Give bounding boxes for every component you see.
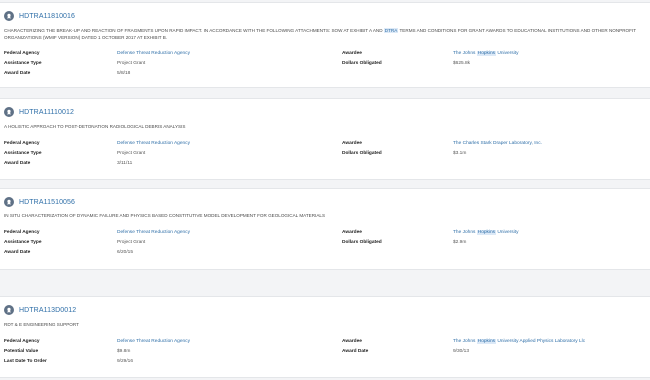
dollars-obligated-value: $2.9m xyxy=(453,240,467,245)
search-results-list: HDTRA11810016 CHARACTERIZING THE BREAK-U… xyxy=(0,0,650,380)
search-term-highlight: Hopkins xyxy=(476,51,497,56)
potential-value-label: Potential Value xyxy=(4,349,39,354)
award-field-row: Federal Agency Defense Threat Reduction … xyxy=(0,139,650,149)
award-description: A HOLISTIC APPROACH TO POST-DETONATION R… xyxy=(4,123,640,130)
awardee-text: The Johns xyxy=(453,339,477,344)
search-term-highlight: Hopkins xyxy=(476,230,497,235)
dollars-obligated-label: Dollars Obligated xyxy=(342,151,382,156)
award-field-row: Federal Agency Defense Threat Reduction … xyxy=(0,49,650,59)
description-text: CHARACTERIZING THE BREAK-UP AND REACTION… xyxy=(4,28,384,33)
award-card-header: HDTRA113D0012 xyxy=(4,303,76,317)
awardee-label: Awardee xyxy=(342,339,362,344)
awardee-text: University Applied Physics Laboratory Ll… xyxy=(496,339,586,344)
award-date-value: 9/30/13 xyxy=(453,349,470,354)
federal-agency-label: Federal Agency xyxy=(4,51,40,56)
assistance-type-label: Assistance Type xyxy=(4,151,42,156)
federal-agency-link[interactable]: Defense Threat Reduction Agency xyxy=(117,139,190,149)
award-card: HDTRA113D0012 RDT & E ENGINEERING SUPPOR… xyxy=(0,296,650,378)
assistance-type-label: Assistance Type xyxy=(4,61,42,66)
award-date-value: 6/20/15 xyxy=(117,250,134,255)
award-date-label: Award Date xyxy=(4,250,31,255)
award-field-row: Federal Agency Defense Threat Reduction … xyxy=(0,337,650,347)
awardee-label: Awardee xyxy=(342,51,362,56)
award-badge-icon xyxy=(4,305,14,315)
award-card: HDTRA11510056 IN SITU CHARACTERIZATION O… xyxy=(0,188,650,270)
award-field-row: Potential Value $9.8m Award Date 9/30/13 xyxy=(0,347,650,357)
award-field-row: Assistance Type Project Grant Dollars Ob… xyxy=(0,59,650,69)
award-description: IN SITU CHARACTERIZATION OF DYNAMIC FAIL… xyxy=(4,212,640,219)
award-field-row: Award Date 5/8/18 xyxy=(0,69,650,79)
award-id-link[interactable]: HDTRA11510056 xyxy=(19,199,75,206)
description-text: RDT & E ENGINEERING SUPPORT xyxy=(4,322,79,327)
federal-agency-label: Federal Agency xyxy=(4,230,40,235)
dollars-obligated-value: $625.8k xyxy=(453,61,471,66)
award-id-link[interactable]: HDTRA11110012 xyxy=(19,109,74,116)
award-description: CHARACTERIZING THE BREAK-UP AND REACTION… xyxy=(4,27,640,41)
award-card: HDTRA11810016 CHARACTERIZING THE BREAK-U… xyxy=(0,2,650,88)
award-field-row: Federal Agency Defense Threat Reduction … xyxy=(0,228,650,238)
award-date-label: Award Date xyxy=(4,161,31,166)
last-date-to-order-label: Last Date To Order xyxy=(4,359,47,364)
award-card: HDTRA11110012 A HOLISTIC APPROACH TO POS… xyxy=(0,98,650,180)
award-field-row: Award Date 3/11/11 xyxy=(0,159,650,169)
award-badge-icon xyxy=(4,197,14,207)
award-date-value: 5/8/18 xyxy=(117,71,131,76)
award-field-row: Last Date To Order 9/29/16 xyxy=(0,357,650,367)
federal-agency-label: Federal Agency xyxy=(4,141,40,146)
assistance-type-value: Project Grant xyxy=(117,151,146,156)
last-date-to-order-value: 9/29/16 xyxy=(117,359,134,364)
award-id-link[interactable]: HDTRA113D0012 xyxy=(19,307,76,314)
federal-agency-link[interactable]: Defense Threat Reduction Agency xyxy=(117,49,190,59)
awardee-text: University xyxy=(496,51,519,56)
potential-value-value: $9.8m xyxy=(117,349,131,354)
assistance-type-label: Assistance Type xyxy=(4,240,42,245)
award-description: RDT & E ENGINEERING SUPPORT xyxy=(4,321,640,328)
award-date-value: 3/11/11 xyxy=(117,161,133,166)
assistance-type-value: Project Grant xyxy=(117,61,146,66)
assistance-type-value: Project Grant xyxy=(117,240,146,245)
award-field-row: Award Date 6/20/15 xyxy=(0,248,650,258)
award-id-link[interactable]: HDTRA11810016 xyxy=(19,13,75,20)
dollars-obligated-label: Dollars Obligated xyxy=(342,240,382,245)
award-card-header: HDTRA11810016 xyxy=(4,9,75,23)
federal-agency-link[interactable]: Defense Threat Reduction Agency xyxy=(117,337,190,347)
awardee-text: University xyxy=(496,230,519,235)
search-term-highlight: DTRA xyxy=(383,28,399,33)
award-date-label: Award Date xyxy=(4,71,31,76)
dollars-obligated-value: $3.1m xyxy=(453,151,467,156)
awardee-label: Awardee xyxy=(342,141,362,146)
federal-agency-label: Federal Agency xyxy=(4,339,40,344)
awardee-link[interactable]: The Johns Hopkins University xyxy=(453,228,518,238)
awardee-link[interactable]: The Johns Hopkins University Applied Phy… xyxy=(453,337,585,347)
award-field-row: Assistance Type Project Grant Dollars Ob… xyxy=(0,149,650,159)
awardee-label: Awardee xyxy=(342,230,362,235)
federal-agency-link[interactable]: Defense Threat Reduction Agency xyxy=(117,228,190,238)
award-card-header: HDTRA11110012 xyxy=(4,105,74,119)
awardee-link[interactable]: The Johns Hopkins University xyxy=(453,49,518,59)
awardee-text: The Johns xyxy=(453,230,477,235)
awardee-text: The Johns xyxy=(453,51,477,56)
description-text: A HOLISTIC APPROACH TO POST-DETONATION R… xyxy=(4,124,186,129)
dollars-obligated-label: Dollars Obligated xyxy=(342,61,382,66)
awardee-link[interactable]: The Charles Stark Draper Laboratory, Inc… xyxy=(453,139,542,149)
search-term-highlight: Hopkins xyxy=(476,339,497,344)
award-card-header: HDTRA11510056 xyxy=(4,195,75,209)
award-field-row: Assistance Type Project Grant Dollars Ob… xyxy=(0,238,650,248)
award-date-label: Award Date xyxy=(342,349,369,354)
award-badge-icon xyxy=(4,107,14,117)
description-text: IN SITU CHARACTERIZATION OF DYNAMIC FAIL… xyxy=(4,213,326,218)
award-badge-icon xyxy=(4,11,14,21)
